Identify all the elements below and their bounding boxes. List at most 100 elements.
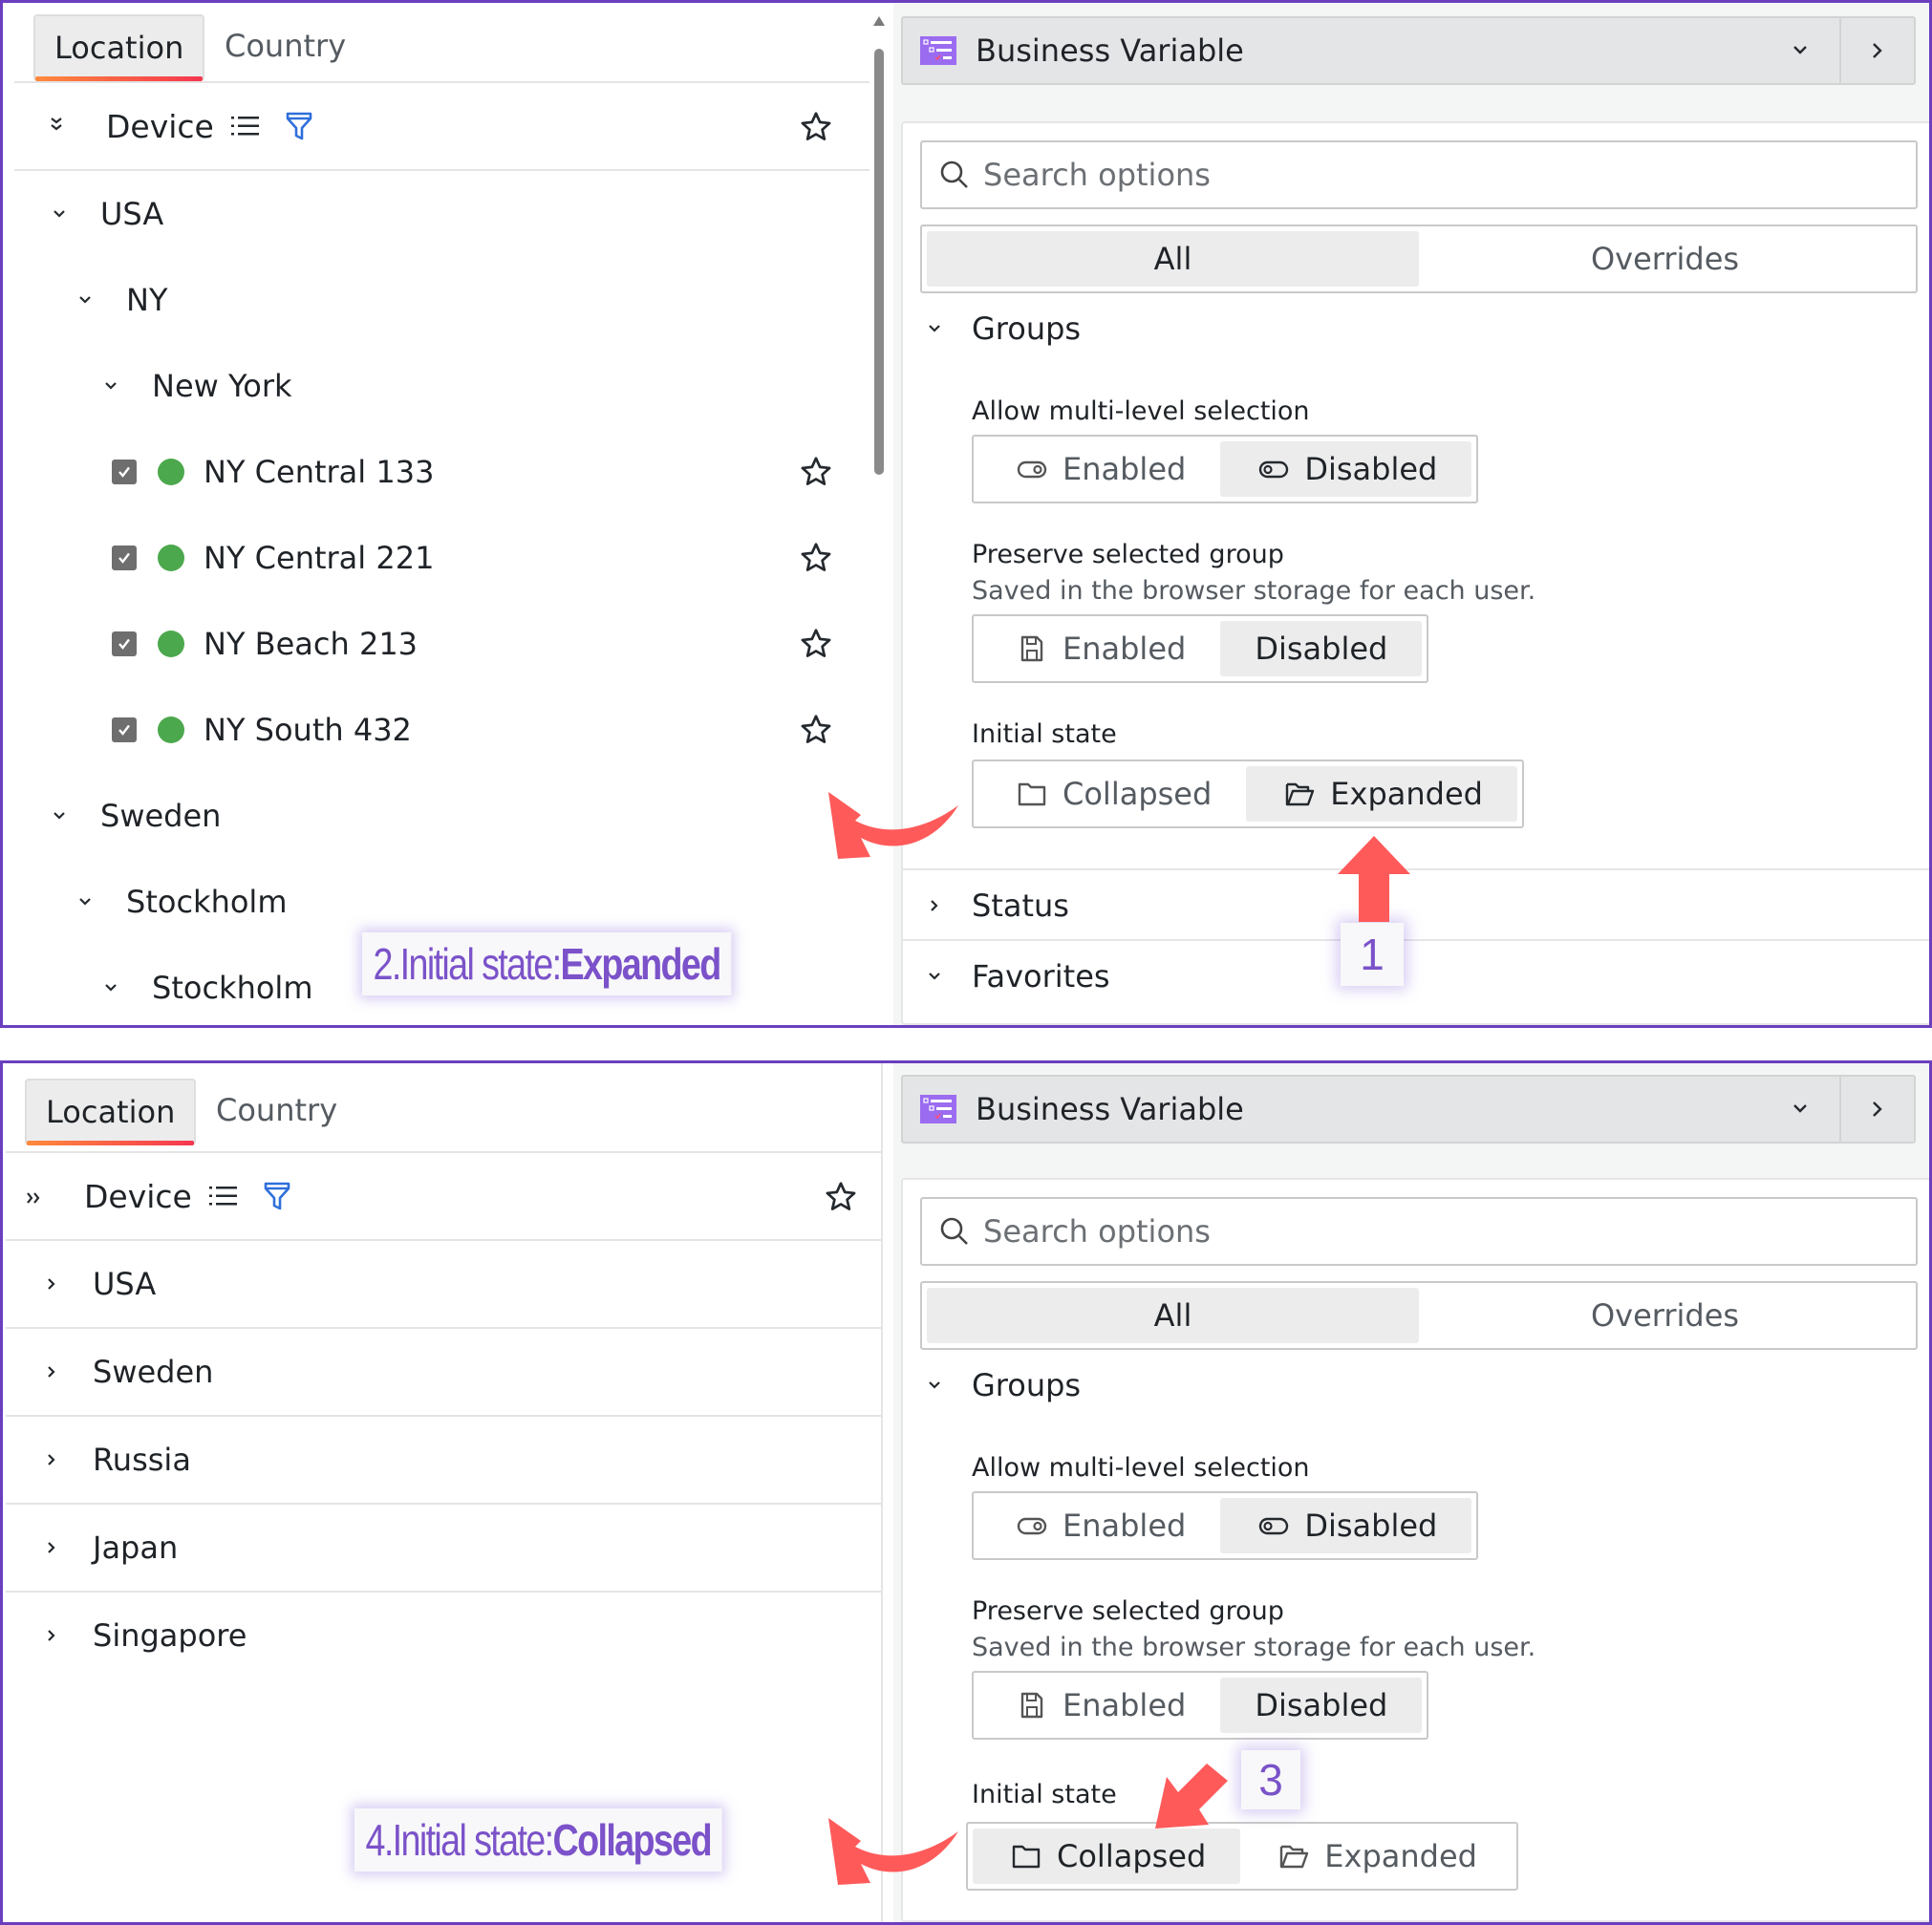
toggle-on-icon [1017, 1517, 1047, 1535]
favorites-section-header[interactable]: Favorites [920, 958, 1110, 995]
chevron-right-icon [1873, 1102, 1882, 1117]
device-item-label: NY Central 221 [204, 540, 435, 576]
tab-country[interactable]: Country [205, 14, 365, 81]
chevron-down-icon[interactable] [71, 286, 99, 314]
chevron-down-icon[interactable] [45, 200, 74, 228]
star-icon[interactable] [824, 1180, 858, 1214]
variable-selector[interactable]: Business Variable [901, 1075, 1916, 1144]
filter-tabs: All Overrides [920, 1281, 1918, 1350]
star-icon[interactable] [799, 713, 833, 747]
chevron-down-icon[interactable] [920, 314, 949, 343]
status-online-dot [158, 717, 184, 743]
multi-level-enabled[interactable]: Enabled [978, 441, 1220, 497]
filter-icon[interactable] [263, 1181, 291, 1211]
tab-country[interactable]: Country [197, 1079, 356, 1145]
multi-level-disabled[interactable]: Disabled [1220, 1498, 1472, 1553]
star-icon[interactable] [799, 110, 833, 144]
chevron-down-icon[interactable] [920, 1371, 949, 1400]
list-icon[interactable] [208, 1185, 238, 1208]
preserve-label: Preserve selected group [972, 540, 1284, 569]
chevron-down-icon[interactable] [71, 888, 99, 916]
search-box[interactable] [920, 1197, 1918, 1266]
scrollbar[interactable] [869, 12, 888, 1025]
chevron-right-icon[interactable] [37, 1533, 66, 1562]
option-label: Expanded [1324, 1838, 1477, 1874]
annotation-value: Collapsed [552, 1815, 712, 1865]
search-input[interactable] [983, 157, 1778, 193]
chevron-right-icon[interactable] [920, 891, 949, 920]
tree-item-label: Russia [93, 1442, 191, 1478]
tab-location[interactable]: Location [25, 1079, 197, 1145]
filter-icon[interactable] [285, 111, 313, 141]
chevron-right-icon [1873, 43, 1882, 58]
initial-state-collapsed[interactable]: Collapsed [973, 1829, 1241, 1884]
star-icon[interactable] [799, 627, 833, 661]
device-item[interactable]: NY Central 133 [14, 429, 869, 515]
tree-item[interactable]: Sweden [14, 773, 869, 859]
preserve-toggle: Enabled Disabled [972, 1671, 1429, 1740]
status-section-header[interactable]: Status [920, 888, 1069, 924]
initial-state-collapsed[interactable]: Collapsed [978, 766, 1246, 822]
settings-pane: Business Variable All Overrides Groups A… [893, 3, 1929, 1025]
preserve-disabled[interactable]: Disabled [1220, 621, 1423, 676]
chevron-right-icon[interactable] [37, 1445, 66, 1474]
device-item[interactable]: NY South 432 [14, 687, 869, 773]
checkbox[interactable] [112, 460, 137, 484]
search-input[interactable] [983, 1213, 1778, 1250]
next-button[interactable] [1839, 1077, 1914, 1142]
settings-pane: Business Variable All Overrides Groups A… [893, 1063, 1929, 1922]
star-icon[interactable] [799, 541, 833, 575]
chevron-right-icon[interactable] [37, 1270, 66, 1298]
scrollbar-thumb[interactable] [874, 49, 884, 475]
tree-item[interactable]: USA [14, 171, 869, 257]
chevron-down-icon[interactable] [97, 372, 125, 400]
variable-selector[interactable]: Business Variable [901, 16, 1916, 85]
tree-item[interactable]: Sweden [6, 1329, 881, 1417]
search-box[interactable] [920, 140, 1918, 209]
collapse-all-icon[interactable] [28, 112, 85, 140]
list-icon[interactable] [230, 115, 260, 138]
checkbox[interactable] [112, 631, 137, 656]
chevron-down-icon[interactable] [97, 973, 125, 1002]
tab-overrides[interactable]: Overrides [1419, 231, 1911, 287]
chevron-down-icon[interactable] [920, 962, 949, 991]
tree-item-label: Stockholm [126, 884, 288, 920]
chevron-right-icon[interactable] [37, 1358, 66, 1386]
tree-item[interactable]: Japan [6, 1505, 881, 1593]
checkbox[interactable] [112, 717, 137, 742]
chevron-down-icon[interactable] [1790, 1098, 1811, 1119]
tree-item[interactable]: Russia [6, 1417, 881, 1505]
multi-level-enabled[interactable]: Enabled [978, 1498, 1220, 1553]
tree-item[interactable]: Singapore [6, 1593, 881, 1679]
tab-location[interactable]: Location [33, 14, 205, 81]
tab-all[interactable]: All [927, 1288, 1419, 1343]
multi-level-disabled[interactable]: Disabled [1220, 441, 1472, 497]
initial-state-expanded[interactable]: Expanded [1240, 1829, 1512, 1884]
star-icon[interactable] [799, 455, 833, 489]
annotation-prefix: 4.Initial state: [365, 1815, 554, 1865]
initial-state-expanded[interactable]: Expanded [1246, 766, 1517, 822]
device-item[interactable]: NY Beach 213 [14, 601, 869, 687]
tree-item[interactable]: USA [6, 1241, 881, 1329]
tab-all[interactable]: All [927, 231, 1419, 287]
preserve-enabled[interactable]: Enabled [978, 621, 1220, 676]
chevron-right-icon[interactable] [37, 1621, 66, 1650]
tree-item[interactable]: NY [14, 257, 869, 343]
tab-overrides[interactable]: Overrides [1419, 1288, 1911, 1343]
device-item[interactable]: NY Central 221 [14, 515, 869, 601]
expand-all-icon[interactable] [6, 1180, 63, 1213]
chevron-down-icon[interactable] [1790, 39, 1811, 60]
preserve-enabled[interactable]: Enabled [978, 1678, 1220, 1733]
toggle-on-icon [1017, 460, 1047, 479]
variable-title: Business Variable [976, 32, 1244, 69]
checkbox[interactable] [112, 545, 137, 570]
next-button[interactable] [1839, 18, 1914, 83]
scroll-up-arrow-icon[interactable] [873, 16, 885, 26]
groups-section-header[interactable]: Groups [920, 310, 1081, 347]
preserve-disabled[interactable]: Disabled [1220, 1678, 1423, 1733]
curved-arrow-annotation [828, 792, 958, 859]
groups-section-header[interactable]: Groups [920, 1367, 1081, 1403]
chevron-down-icon[interactable] [45, 802, 74, 830]
tree-item[interactable]: New York [14, 343, 869, 429]
arrow-down-left-annotation [1155, 1764, 1228, 1829]
